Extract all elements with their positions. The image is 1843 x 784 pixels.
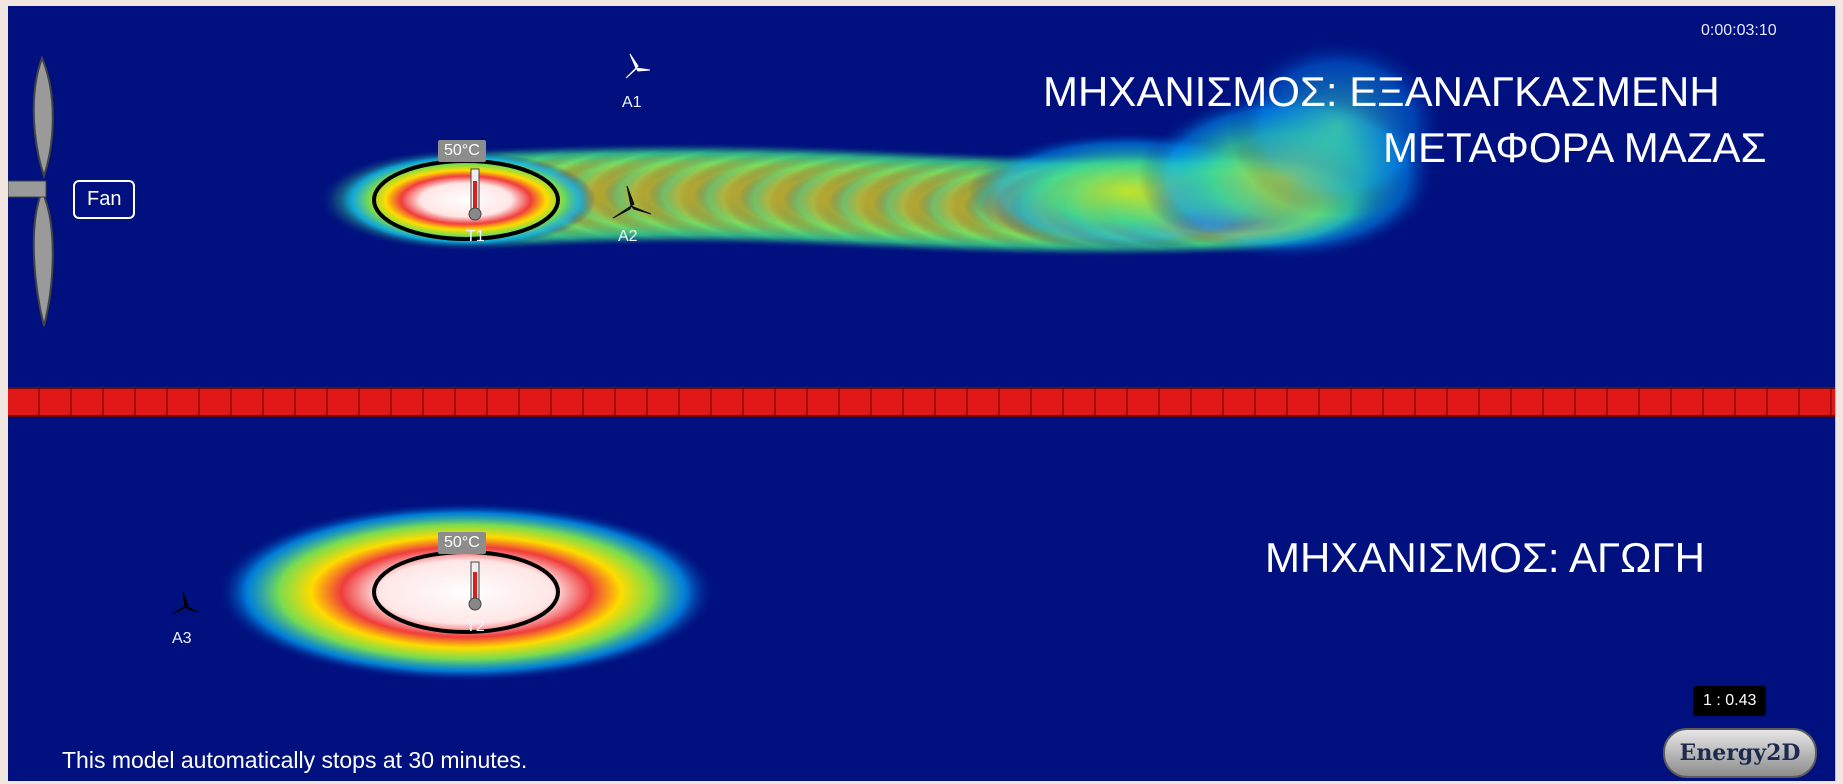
anemometer-label-a3: A3: [172, 630, 192, 647]
speed-ratio: 1 : 0.43: [1693, 686, 1767, 716]
anemometer-label-a2: A2: [618, 228, 638, 245]
top-scene-title-line2: ΜΕΤΑΦΟΡΑ ΜΑΖΑΣ: [1383, 124, 1767, 171]
bottom-scene-title: ΜΗΧΑΝΙΣΜΟΣ: ΑΓΩΓΗ: [1265, 534, 1705, 581]
brick-wall[interactable]: [8, 387, 1835, 417]
anemometer-icon[interactable]: [172, 591, 199, 615]
thermometer-icon[interactable]: [468, 561, 482, 611]
thermometer-icon[interactable]: [468, 168, 482, 221]
temp-label-bottom: 50°C: [438, 532, 486, 554]
simulation-canvas[interactable]: 0:00:03:10 ΜΗΧΑΝΙΣΜΟΣ: ΕΞΑΝΑΓΚΑΣΜΕΝΗ ΜΕΤ…: [8, 6, 1836, 781]
anemometer-label-a1: A1: [622, 94, 642, 111]
anemometer-icon[interactable]: [612, 185, 652, 219]
elapsed-time: 0:00:03:10: [1701, 22, 1777, 39]
fan-button[interactable]: Fan: [73, 180, 136, 219]
sensor-label-t2: T2: [466, 618, 485, 635]
temp-label-top: 50°C: [438, 140, 486, 162]
energy2d-logo[interactable]: Energy2D: [1663, 728, 1817, 778]
sensor-label-t1: T1: [466, 228, 485, 245]
footer-note: This model automatically stops at 30 min…: [62, 747, 528, 773]
fan-blade-icon[interactable]: [8, 55, 54, 327]
anemometer-icon[interactable]: [625, 53, 651, 79]
top-scene-title-line1: ΜΗΧΑΝΙΣΜΟΣ: ΕΞΑΝΑΓΚΑΣΜΕΝΗ: [1043, 68, 1720, 115]
